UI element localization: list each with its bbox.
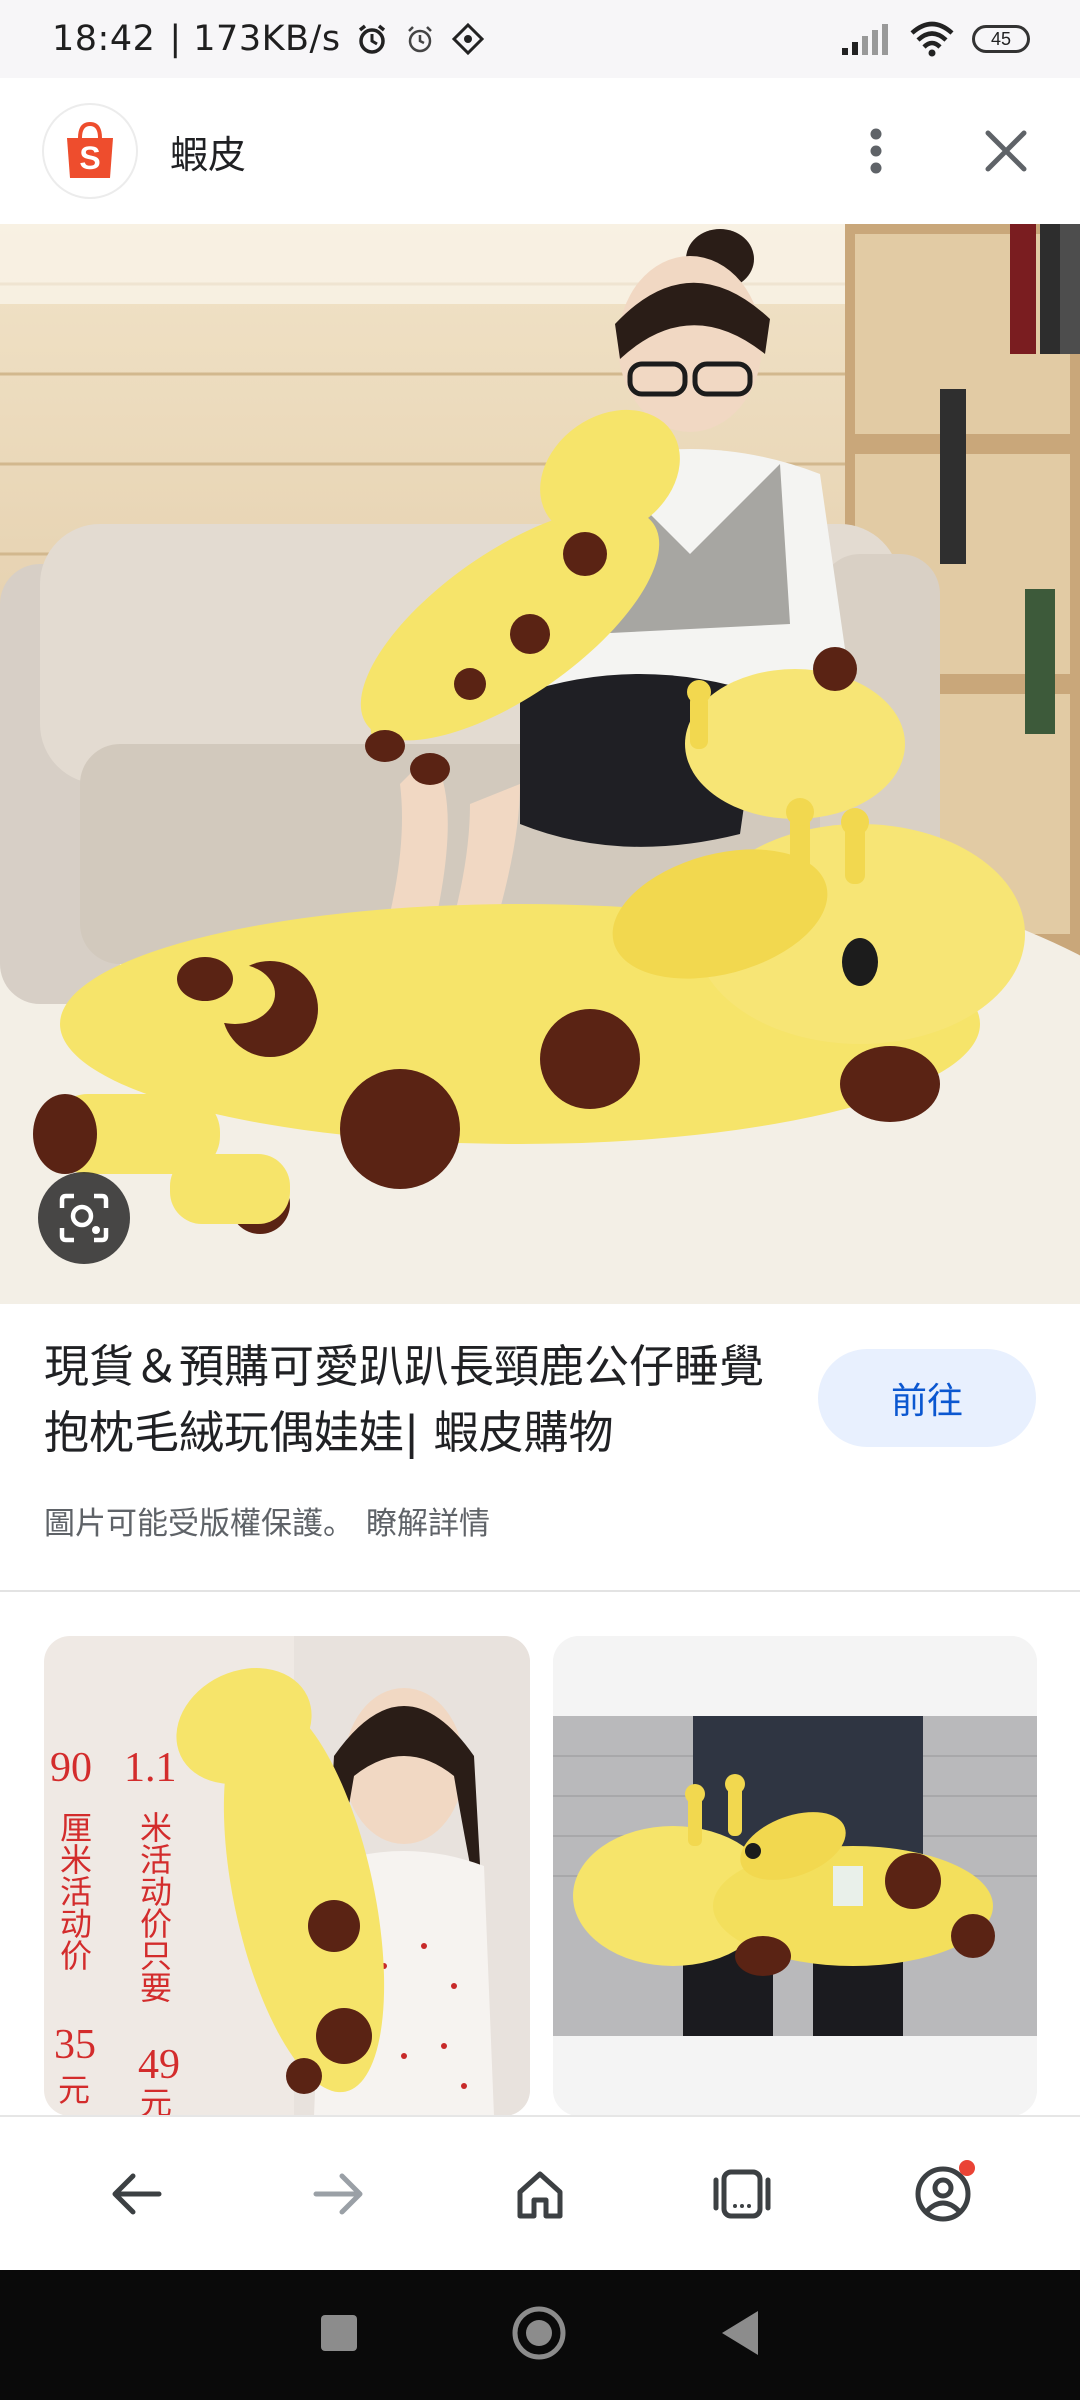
tabs-icon (713, 2169, 771, 2218)
home-icon (517, 2171, 563, 2218)
logo-letter: S (79, 140, 100, 176)
close-button[interactable] (976, 121, 1036, 181)
result-info: 現貨＆預購可愛趴趴長頸鹿公仔睡覺抱枕毛絨玩偶娃娃| 蝦皮購物 前往 (44, 1334, 1044, 1466)
recents-square-icon (321, 2315, 357, 2351)
home-button[interactable] (492, 2146, 588, 2242)
recents-button[interactable] (318, 2312, 360, 2358)
shopee-bag-icon: S (67, 121, 113, 178)
site-logo[interactable]: S (44, 105, 136, 197)
result-title[interactable]: 現貨＆預購可愛趴趴長頸鹿公仔睡覺抱枕毛絨玩偶娃娃| 蝦皮購物 (44, 1334, 784, 1466)
giraffe-plush-photo (0, 224, 1080, 1304)
visit-button[interactable]: 前往 (818, 1349, 1036, 1447)
battery-icon: 45 (972, 25, 1030, 53)
alarm-icon (358, 24, 385, 54)
main-preview-image[interactable] (0, 224, 1080, 1304)
thumb1-price-49: 49 (138, 2042, 180, 2088)
system-nav-bar (0, 2270, 1080, 2400)
location-icon (451, 22, 484, 56)
notification-dot (959, 2159, 976, 2176)
divider (0, 1590, 1080, 1592)
thumb1-unit-2: 元 (140, 2084, 172, 2116)
svg-text:米活动价只要: 米活动价只要 (135, 1811, 173, 2003)
back-triangle-icon (722, 2311, 758, 2355)
home-circle-icon (512, 2306, 566, 2360)
learn-more-link[interactable]: 瞭解詳情 (366, 1506, 490, 1542)
status-network-speed: | 173KB/s (169, 19, 341, 59)
status-bar: 18:42 | 173KB/s 45 (0, 0, 1080, 78)
lens-icon (59, 1193, 109, 1243)
copyright-text: 圖片可能受版權保護。 (44, 1506, 354, 1542)
site-name: 蝦皮 (170, 132, 247, 177)
copyright-notice: 圖片可能受版權保護。 瞭解詳情 (44, 1498, 490, 1543)
related-image-2[interactable] (553, 1636, 1037, 2116)
related-image-1[interactable]: 90 1.1 厘米活动价 米活动价只要 35 49 元 元 (44, 1636, 530, 2116)
back-button[interactable] (89, 2146, 185, 2242)
image-viewer-header: S 蝦皮 (0, 78, 1080, 224)
account-button[interactable] (895, 2146, 991, 2242)
google-lens-button[interactable] (38, 1172, 130, 1264)
svg-text:厘米活动价: 厘米活动价 (55, 1811, 93, 1971)
browser-bottom-nav (0, 2115, 1080, 2270)
more-vert-icon (870, 128, 882, 174)
signal-icon (842, 24, 888, 55)
thumb1-1-1: 1.1 (124, 1745, 177, 1791)
home-system-button[interactable] (510, 2304, 568, 2366)
thumb1-col1-chars: 厘米活动价 (55, 1811, 93, 1971)
related-image-2-art (553, 1636, 1037, 2116)
tabs-button[interactable] (694, 2146, 790, 2242)
status-time: 18:42 (52, 19, 156, 59)
battery-level: 45 (990, 28, 1012, 49)
related-image-1-art: 90 1.1 厘米活动价 米活动价只要 35 49 元 元 (44, 1636, 530, 2116)
close-icon (985, 130, 1027, 172)
wifi-icon (910, 21, 954, 57)
back-system-button[interactable] (718, 2308, 762, 2362)
forward-button[interactable] (290, 2146, 386, 2242)
alarm-outline-icon (407, 26, 432, 53)
back-icon (112, 2173, 162, 2214)
thumb1-90: 90 (50, 1745, 92, 1791)
thumb1-col2-chars: 米活动价只要 (135, 1811, 173, 2003)
more-options-button[interactable] (846, 121, 906, 181)
thumb1-unit-1: 元 (58, 2071, 90, 2109)
thumb1-price-35: 35 (54, 2022, 96, 2068)
forward-icon (313, 2173, 363, 2214)
